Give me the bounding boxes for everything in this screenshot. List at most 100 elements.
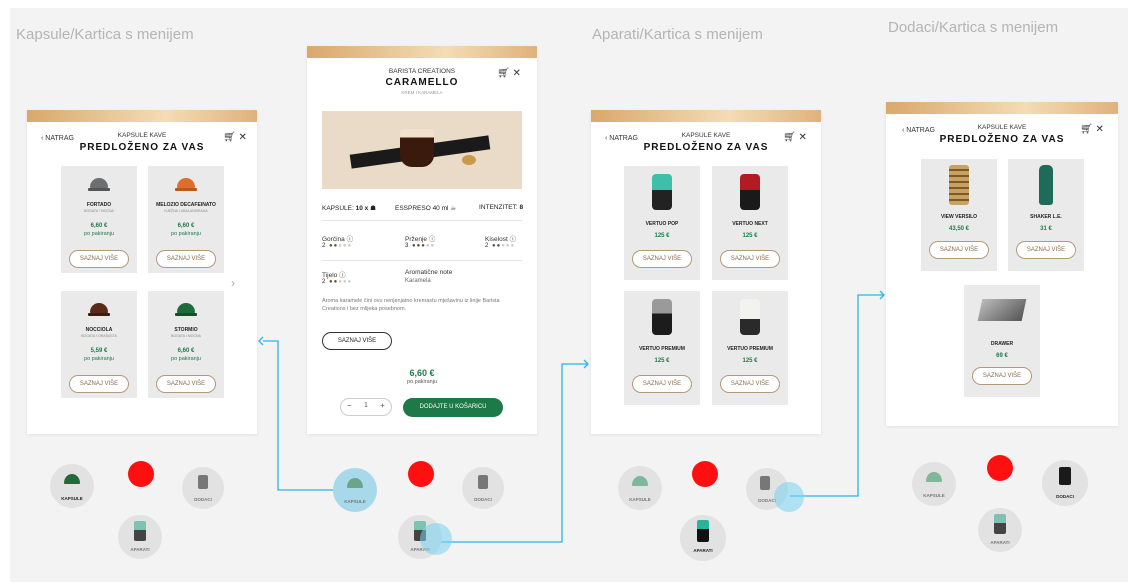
info-icon[interactable]: ⓘ xyxy=(510,236,517,243)
product-tile[interactable]: VIEW VERSILO 43,50 € SAZNAJ VIŠE xyxy=(921,159,997,271)
nav-dodaci[interactable]: DODACI xyxy=(1042,460,1088,506)
nav-label: KAPSULE xyxy=(629,497,651,502)
cart-icon[interactable]: 🛒︎ xyxy=(223,132,236,143)
active-indicator xyxy=(987,455,1013,481)
spec-espresso: ESSPRESO 40 ml ☕︎ xyxy=(395,204,456,212)
more-button[interactable]: SAZNAJ VIŠE xyxy=(1016,241,1076,259)
nav-dodaci[interactable]: DODACI xyxy=(182,467,224,509)
more-button[interactable]: SAZNAJ VIŠE xyxy=(322,332,392,350)
product-name: NOCCIOLA xyxy=(85,327,113,333)
nav-kapsule[interactable]: KAPSULE xyxy=(50,464,94,508)
close-icon[interactable]: ✕ xyxy=(512,68,520,79)
info-icon[interactable]: ⓘ xyxy=(347,236,354,243)
more-button[interactable]: SAZNAJ VIŠE xyxy=(156,375,216,393)
price-unit: po pakiranju xyxy=(84,356,114,362)
more-button[interactable]: SAZNAJ VIŠE xyxy=(632,250,692,268)
product-hero-image xyxy=(322,111,522,189)
more-button[interactable]: SAZNAJ VIŠE xyxy=(69,250,129,268)
accessory-icon xyxy=(1059,467,1071,485)
card-title: PREDLOŽENO ZA VAS xyxy=(643,142,769,153)
nav-kapsule[interactable]: KAPSULE xyxy=(618,466,662,510)
product-name: VERTUO POP xyxy=(645,221,679,227)
cart-icon[interactable]: 🛒︎ xyxy=(783,132,796,143)
product-tile[interactable]: VERTUO NEXT 125 € SAZNAJ VIŠE xyxy=(712,166,788,280)
aroma-notes: Aromatične note Karamela xyxy=(405,269,452,284)
product-tile[interactable]: VERTUO PREMIUM 125 € SAZNAJ VIŠE xyxy=(624,291,700,405)
tap-highlight xyxy=(420,523,452,555)
cart-icon[interactable]: 🛒︎ xyxy=(497,68,510,79)
product-price: 5,59 € xyxy=(90,348,108,354)
capsule-image xyxy=(177,178,195,188)
price-unit: po pakiranju xyxy=(407,379,437,385)
more-button[interactable]: SAZNAJ VIŠE xyxy=(720,250,780,268)
capsule-image xyxy=(177,303,195,313)
capsule-image xyxy=(462,155,476,165)
header-icons: 🛒︎ ✕ xyxy=(497,68,521,79)
close-icon[interactable]: ✕ xyxy=(798,132,806,143)
nav-kapsule[interactable]: KAPSULE xyxy=(333,468,377,512)
product-price: 125 € xyxy=(742,358,758,364)
product-tile[interactable]: NOCCIOLA BOGATA I ORAŠASTA 5,59 € po pak… xyxy=(61,291,137,398)
minus-button[interactable]: − xyxy=(347,401,352,410)
product-description: Aroma karamele čini ovu nenjenjatno krem… xyxy=(322,298,500,312)
quantity-stepper[interactable]: − 1 + xyxy=(340,398,392,416)
nav-kapsule[interactable]: KAPSULE xyxy=(912,462,956,506)
card-title: PREDLOŽENO ZA VAS xyxy=(939,134,1065,145)
close-icon[interactable]: ✕ xyxy=(238,132,246,143)
cart-icon[interactable]: 🛒︎ xyxy=(1080,124,1093,135)
nav-label: KAPSULE xyxy=(923,493,945,498)
more-button[interactable]: SAZNAJ VIŠE xyxy=(156,250,216,268)
price-unit: po pakiranju xyxy=(84,231,114,237)
aroma-value: Karamela xyxy=(405,278,431,284)
capsule-image xyxy=(90,303,108,313)
nav-aparati[interactable]: APARATI xyxy=(978,508,1022,552)
product-desc: BOGATA I MOĆNA xyxy=(84,209,114,213)
spec-intensity: INTENZITET: 8 xyxy=(479,204,523,211)
cup-icon: ☕︎ xyxy=(450,205,457,212)
product-tile[interactable]: VERTUO PREMIUM 125 € SAZNAJ VIŠE xyxy=(712,291,788,405)
more-button[interactable]: SAZNAJ VIŠE xyxy=(632,375,692,393)
back-link[interactable]: ‹ NATRAG xyxy=(902,127,935,134)
product-name: SHAKER L.E. xyxy=(1030,214,1062,220)
attribute-label: Prženje xyxy=(405,236,428,243)
card-subtitle: KAPSULE KAVE xyxy=(977,124,1027,131)
close-icon[interactable]: ✕ xyxy=(1095,124,1103,135)
nav-dodaci[interactable]: DODACI xyxy=(462,467,504,509)
nav-aparati[interactable]: APARATI xyxy=(118,515,162,559)
back-link[interactable]: ‹ NATRAG xyxy=(605,135,638,142)
attribute-roast: Prženje ⓘ 3 ●●●●● xyxy=(405,236,436,249)
product-tile[interactable]: STORMIO BOGATA I MOĆNA 6,60 € po pakiran… xyxy=(148,291,224,398)
spec-label: ESSPRESO 40 ml xyxy=(395,205,449,212)
card-header-bar xyxy=(886,102,1118,114)
product-tile[interactable]: SHAKER L.E. 31 € SAZNAJ VIŠE xyxy=(1008,159,1084,271)
product-name: VIEW VERSILO xyxy=(940,214,978,220)
product-tile[interactable]: FORTADO BOGATA I MOĆNA 6,60 € po pakiran… xyxy=(61,166,137,273)
product-desc: BOGATA I MOĆNA xyxy=(171,334,201,338)
chevron-right-icon[interactable]: › xyxy=(231,276,235,290)
accessory-icon xyxy=(760,476,770,490)
info-icon[interactable]: ⓘ xyxy=(429,236,436,243)
product-tile[interactable]: MELOZIO DECAFEINATO NJEŽNA I UBALANSIRAN… xyxy=(148,166,224,273)
plus-button[interactable]: + xyxy=(380,401,385,410)
price-unit: po pakiranju xyxy=(171,231,201,237)
machines-card: ‹ NATRAG KAPSULE KAVE PREDLOŽENO ZA VAS … xyxy=(591,110,821,434)
nav-aparati[interactable]: APARATI xyxy=(680,515,726,561)
info-icon[interactable]: ⓘ xyxy=(339,272,346,279)
add-to-cart-button[interactable]: DODAJTE U KOŠARICU xyxy=(403,398,503,417)
nav-dodaci[interactable]: DODACI xyxy=(746,468,804,512)
more-button[interactable]: SAZNAJ VIŠE xyxy=(929,241,989,259)
divider xyxy=(322,220,522,221)
product-tile[interactable]: DRAWER 69 € SAZNAJ VIŠE xyxy=(964,285,1040,397)
attribute-value: 2 xyxy=(322,279,327,285)
more-button[interactable]: SAZNAJ VIŠE xyxy=(720,375,780,393)
back-link[interactable]: ‹ NATRAG xyxy=(41,135,74,142)
product-title: CARAMELLO xyxy=(385,77,459,88)
nav-label: KAPSULE xyxy=(61,496,83,501)
capsule-icon xyxy=(926,472,942,482)
product-tile[interactable]: VERTUO POP 125 € SAZNAJ VIŠE xyxy=(624,166,700,280)
nav-label: DODACI xyxy=(194,497,212,502)
nav-aparati[interactable]: APARATI xyxy=(398,515,452,559)
more-button[interactable]: SAZNAJ VIŠE xyxy=(69,375,129,393)
product-price: 125 € xyxy=(654,358,670,364)
more-button[interactable]: SAZNAJ VIŠE xyxy=(972,367,1032,385)
